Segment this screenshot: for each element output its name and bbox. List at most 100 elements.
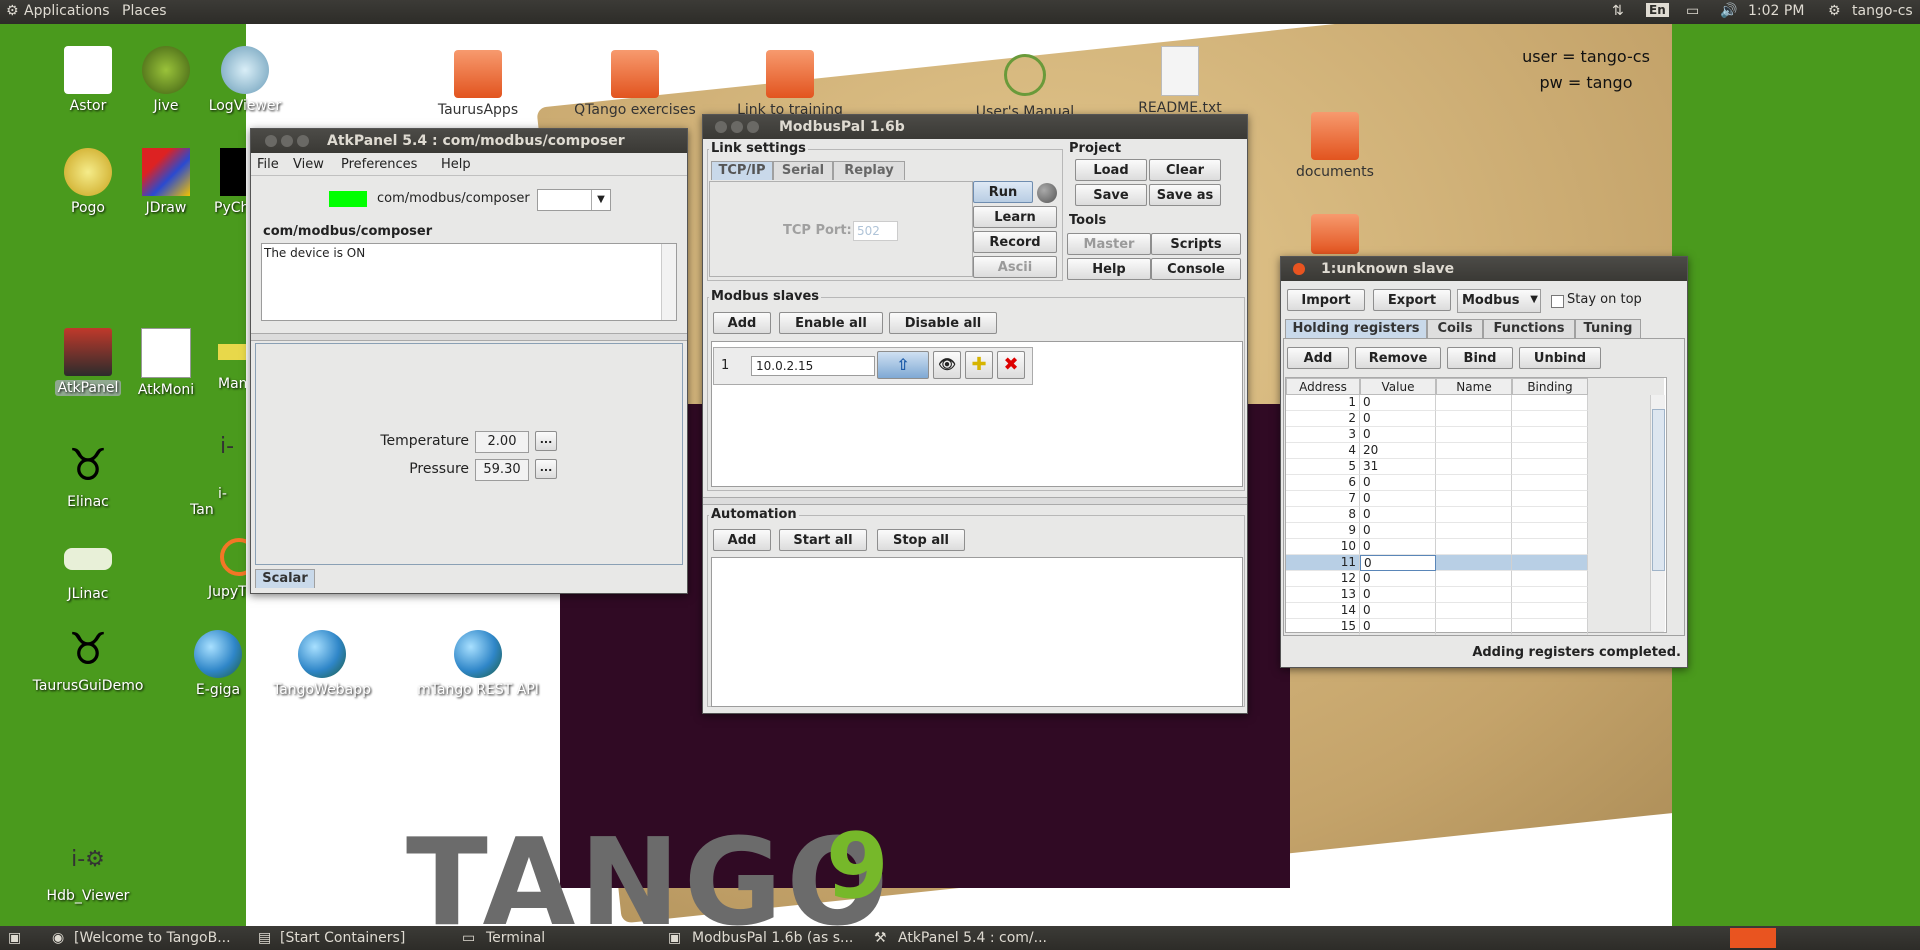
help-button[interactable]: Help <box>1067 258 1151 280</box>
register-name-cell[interactable] <box>1436 427 1512 443</box>
register-name-cell[interactable] <box>1436 523 1512 539</box>
desktop-icon-taurusguidemo[interactable]: ♉ TaurusGuiDemo <box>23 626 153 695</box>
desktop-icon-tangowebapp[interactable]: TangoWebapp <box>267 630 377 698</box>
add-automation-button[interactable]: Add <box>713 529 771 551</box>
register-address-cell[interactable]: 12 <box>1286 571 1360 587</box>
register-address-cell[interactable]: 14 <box>1286 603 1360 619</box>
register-binding-cell[interactable] <box>1512 523 1588 539</box>
close-icon[interactable] <box>1293 263 1305 275</box>
register-value-cell[interactable]: 0 <box>1360 475 1436 491</box>
bind-button[interactable]: Bind <box>1447 347 1513 369</box>
table-row[interactable]: 80 <box>1286 507 1588 523</box>
register-binding-cell[interactable] <box>1512 475 1588 491</box>
remove-register-button[interactable]: Remove <box>1355 347 1441 369</box>
register-address-cell[interactable]: 7 <box>1286 491 1360 507</box>
register-binding-cell[interactable] <box>1512 587 1588 603</box>
desktop-icon-elinac[interactable]: ♉ Elinac <box>33 442 143 511</box>
protocol-select[interactable]: Modbus ▼ <box>1457 289 1541 313</box>
register-address-cell[interactable]: 15 <box>1286 619 1360 635</box>
register-value-cell[interactable]: 0 <box>1360 571 1436 587</box>
register-binding-cell[interactable] <box>1512 491 1588 507</box>
register-address-cell[interactable]: 11 <box>1286 555 1360 571</box>
register-value-cell[interactable]: 0 <box>1360 587 1436 603</box>
register-value-cell[interactable]: 0 <box>1360 491 1436 507</box>
register-binding-cell[interactable] <box>1512 427 1588 443</box>
register-binding-cell[interactable] <box>1512 395 1588 411</box>
register-value-cell[interactable]: 0 <box>1360 619 1436 635</box>
enable-all-button[interactable]: Enable all <box>779 312 883 334</box>
tab-replay[interactable]: Replay <box>833 161 905 180</box>
chevron-down-icon[interactable]: ▼ <box>591 190 610 210</box>
column-header-binding[interactable]: Binding <box>1512 378 1588 395</box>
register-name-cell[interactable] <box>1436 555 1512 571</box>
register-binding-cell[interactable] <box>1512 507 1588 523</box>
register-address-cell[interactable]: 9 <box>1286 523 1360 539</box>
tab-functions[interactable]: Functions <box>1483 319 1575 338</box>
maximize-icon[interactable] <box>747 121 759 133</box>
modbuspal-titlebar[interactable]: ModbusPal 1.6b <box>703 115 1247 139</box>
tab-holding-registers[interactable]: Holding registers <box>1285 319 1427 338</box>
learn-button[interactable]: Learn <box>973 206 1057 228</box>
view-slave-eye-icon[interactable]: 👁 <box>933 351 961 379</box>
register-value-cell[interactable]: 20 <box>1360 443 1436 459</box>
save-as-button[interactable]: Save as <box>1149 184 1221 206</box>
atkpanel-titlebar[interactable]: AtkPanel 5.4 : com/modbus/composer <box>251 129 687 153</box>
taskbar-item-terminal[interactable]: Terminal <box>486 930 545 946</box>
table-scrollbar[interactable] <box>1650 395 1665 631</box>
register-address-cell[interactable]: 10 <box>1286 539 1360 555</box>
table-row[interactable]: 70 <box>1286 491 1588 507</box>
register-name-cell[interactable] <box>1436 443 1512 459</box>
register-binding-cell[interactable] <box>1512 411 1588 427</box>
register-value-cell[interactable]: 0 <box>1360 523 1436 539</box>
desktop-icon-pycharm[interactable]: PyCh <box>190 148 246 216</box>
tab-tcpip[interactable]: TCP/IP <box>711 161 773 180</box>
register-value-cell[interactable]: 0 <box>1360 603 1436 619</box>
settings-gear-icon[interactable]: ⚙ <box>1828 3 1841 19</box>
desktop-icon-mam[interactable]: Mam <box>190 328 246 392</box>
register-binding-cell[interactable] <box>1512 619 1588 635</box>
table-row[interactable]: 10 0 <box>1286 539 1588 555</box>
register-address-cell[interactable]: 4 <box>1286 443 1360 459</box>
register-binding-cell[interactable] <box>1512 443 1588 459</box>
unbind-button[interactable]: Unbind <box>1519 347 1601 369</box>
duplicate-slave-plus-icon[interactable]: ✚ <box>965 351 993 379</box>
register-value-cell[interactable]: 0 <box>1360 427 1436 443</box>
run-button[interactable]: Run <box>973 181 1033 203</box>
ubuntu-logo-icon[interactable]: ⚙ <box>6 3 19 19</box>
desktop-icon-users-manual[interactable]: User's Manual <box>960 50 1090 120</box>
menu-help[interactable]: Help <box>441 157 471 172</box>
status-scrollbar[interactable] <box>661 244 676 320</box>
keyboard-layout-indicator[interactable]: En <box>1646 3 1669 17</box>
tcp-port-input[interactable]: 502 <box>853 221 898 241</box>
load-button[interactable]: Load <box>1075 159 1147 181</box>
table-row[interactable]: 13 0 <box>1286 587 1588 603</box>
register-name-cell[interactable] <box>1436 459 1512 475</box>
desktop-icon-hdb-viewer[interactable]: i-⚙ Hdb_Viewer <box>33 836 143 904</box>
menu-preferences[interactable]: Preferences <box>341 157 417 172</box>
user-menu[interactable]: tango-cs <box>1852 3 1913 19</box>
menu-view[interactable]: View <box>293 157 324 172</box>
column-header-value[interactable]: Value <box>1360 378 1436 395</box>
register-name-cell[interactable] <box>1436 587 1512 603</box>
folder-icon[interactable] <box>1311 214 1359 254</box>
taskbar-item-welcome[interactable]: [Welcome to TangoB... <box>74 930 231 946</box>
table-row[interactable]: 5 31 <box>1286 459 1588 475</box>
maximize-icon[interactable] <box>297 135 309 147</box>
register-address-cell[interactable]: 3 <box>1286 427 1360 443</box>
slave-titlebar[interactable]: 1:unknown slave <box>1281 257 1687 281</box>
table-row[interactable]: 15 0 <box>1286 619 1588 635</box>
register-binding-cell[interactable] <box>1512 571 1588 587</box>
register-address-cell[interactable]: 8 <box>1286 507 1360 523</box>
places-menu[interactable]: Places <box>122 3 167 19</box>
desktop-icon-mtango-rest-api[interactable]: mTango REST API <box>413 630 543 698</box>
desktop-icon-taurusapps[interactable]: TaurusApps <box>423 50 533 118</box>
close-icon[interactable] <box>715 121 727 133</box>
table-row[interactable]: 30 <box>1286 427 1588 443</box>
register-name-cell[interactable] <box>1436 507 1512 523</box>
minimize-icon[interactable] <box>281 135 293 147</box>
register-value-cell[interactable]: 0 <box>1360 539 1436 555</box>
register-name-cell[interactable] <box>1436 603 1512 619</box>
menu-file[interactable]: File <box>257 157 279 172</box>
volume-icon[interactable]: 🔊 <box>1720 3 1737 19</box>
applications-menu[interactable]: Applications <box>24 3 110 19</box>
